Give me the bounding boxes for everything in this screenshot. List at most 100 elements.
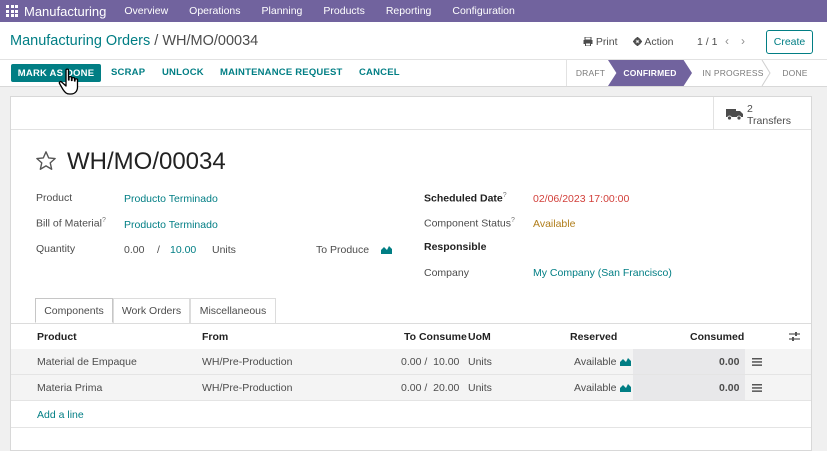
add-line-link[interactable]: Add a line <box>37 409 84 421</box>
quantity-produced[interactable]: 0.00 <box>124 244 144 256</box>
row-product: Materia Prima <box>37 382 103 394</box>
bom-label: Bill of Material? <box>36 217 106 230</box>
table-row[interactable]: Materia Prima WH/Pre-Production 0.00 / 2… <box>11 375 811 401</box>
create-button[interactable]: Create <box>766 30 813 54</box>
company-value[interactable]: My Company (San Francisco) <box>533 267 672 279</box>
record-title: WH/MO/00034 <box>67 148 226 175</box>
bom-value[interactable]: Producto Terminado <box>124 219 218 231</box>
print-button[interactable]: Print <box>583 36 618 48</box>
maintenance-request-button[interactable]: MAINTENANCE REQUEST <box>220 67 343 78</box>
tab-components[interactable]: Components <box>35 298 113 323</box>
to-produce-label: To Produce <box>316 244 370 256</box>
transfers-label: Transfers <box>747 115 791 127</box>
quantity-total[interactable]: 10.00 <box>170 244 196 256</box>
help-mark[interactable]: ? <box>503 192 507 199</box>
truck-icon <box>726 109 743 120</box>
col-reserved[interactable]: Reserved <box>570 331 617 343</box>
chevron-right-icon[interactable]: › <box>741 34 745 48</box>
nav-configuration[interactable]: Configuration <box>452 5 514 17</box>
component-status-value: Available <box>533 218 576 230</box>
breadcrumb-current: WH/MO/00034 <box>162 33 259 49</box>
stage-done[interactable]: DONE <box>774 60 816 86</box>
breadcrumb-separator: / <box>150 33 163 49</box>
action-label: Action <box>644 36 674 48</box>
table-bottom-divider <box>11 427 811 428</box>
stage-confirmed[interactable]: CONFIRMED <box>608 60 692 86</box>
components-table-header: Product From To Consume UoM Reserved Con… <box>11 324 811 350</box>
scrap-button[interactable]: SCRAP <box>111 67 145 78</box>
col-from[interactable]: From <box>202 331 228 343</box>
tab-work-orders[interactable]: Work Orders <box>113 298 190 323</box>
row-reserved: Available <box>574 382 617 394</box>
forecast-chart-icon[interactable] <box>620 357 631 366</box>
nav-operations[interactable]: Operations <box>189 5 240 17</box>
print-icon <box>583 36 593 47</box>
bom-label-text: Bill of Material <box>36 217 102 230</box>
col-consumed[interactable]: Consumed <box>690 331 744 343</box>
print-label: Print <box>595 36 618 48</box>
pager-value[interactable]: 1 / 1 <box>697 36 717 48</box>
cancel-button[interactable]: CANCEL <box>359 67 400 78</box>
nav-planning[interactable]: Planning <box>262 5 303 17</box>
breadcrumb-parent[interactable]: Manufacturing Orders <box>10 33 150 49</box>
unlock-button[interactable]: UNLOCK <box>162 67 204 78</box>
apps-menu-icon[interactable] <box>0 0 24 22</box>
transfers-count: 2 <box>747 103 753 115</box>
forecast-chart-icon[interactable] <box>381 245 392 254</box>
quantity-uom: Units <box>212 244 236 256</box>
breadcrumb: Manufacturing Orders / WH/MO/00034 <box>10 33 258 49</box>
row-uom: Units <box>468 356 492 368</box>
nav-overview[interactable]: Overview <box>124 5 168 17</box>
scheduled-date-label: Scheduled Date? <box>424 192 507 205</box>
hand-cursor-icon <box>58 68 79 95</box>
product-label: Product <box>36 192 73 204</box>
stage-draft[interactable]: DRAFT <box>566 60 614 86</box>
col-product[interactable]: Product <box>37 331 77 343</box>
top-navbar: Manufacturing Overview Operations Planni… <box>0 0 827 22</box>
tab-miscellaneous[interactable]: Miscellaneous <box>190 298 276 323</box>
row-product: Material de Empaque <box>37 356 137 368</box>
optional-columns-icon[interactable] <box>789 331 800 342</box>
app-brand[interactable]: Manufacturing <box>24 4 106 19</box>
col-to-consume[interactable]: To Consume <box>404 331 467 343</box>
transfers-smart-button[interactable]: 2 Transfers <box>713 97 811 130</box>
chevron-left-icon[interactable]: ‹ <box>725 34 729 48</box>
table-row[interactable]: Material de Empaque WH/Pre-Production 0.… <box>11 349 811 375</box>
row-uom: Units <box>468 382 492 394</box>
help-mark[interactable]: ? <box>511 217 515 224</box>
row-consumed[interactable]: 0.00 <box>719 356 739 368</box>
row-to-consume: 0.00 / 10.00 <box>401 356 460 368</box>
stage-pipeline: DRAFT CONFIRMED IN PROGRESS DONE <box>566 60 816 86</box>
form-sheet: 2 Transfers WH/MO/00034 Product Producto… <box>10 96 812 451</box>
row-to-consume: 0.00 / 20.00 <box>401 382 460 394</box>
scheduled-date-label-text: Scheduled Date <box>424 192 503 205</box>
row-from: WH/Pre-Production <box>202 382 293 394</box>
gear-icon <box>633 37 642 46</box>
col-uom[interactable]: UoM <box>468 331 491 343</box>
component-status-label: Component Status? <box>424 217 515 230</box>
row-consumed[interactable]: 0.00 <box>719 382 739 394</box>
product-value[interactable]: Producto Terminado <box>124 193 218 205</box>
smart-button-box: 2 Transfers <box>11 97 811 130</box>
forecast-chart-icon[interactable] <box>620 383 631 392</box>
action-button[interactable]: Action <box>633 36 674 48</box>
mark-as-done-button[interactable]: MARK AS DONE <box>11 64 101 82</box>
responsible-label: Responsible <box>424 241 486 253</box>
quantity-separator: / <box>157 244 160 256</box>
stage-separator-icon <box>761 60 771 86</box>
detailed-operations-icon[interactable] <box>752 384 762 392</box>
quantity-label: Quantity <box>36 243 76 255</box>
control-panel: Manufacturing Orders / WH/MO/00034 Print… <box>0 22 827 60</box>
nav-reporting[interactable]: Reporting <box>386 5 432 17</box>
detailed-operations-icon[interactable] <box>752 358 762 366</box>
help-mark[interactable]: ? <box>102 217 106 224</box>
row-from: WH/Pre-Production <box>202 356 293 368</box>
component-status-label-text: Component Status <box>424 217 511 230</box>
scheduled-date-value[interactable]: 02/06/2023 17:00:00 <box>533 193 629 205</box>
status-bar: MARK AS DONE SCRAP UNLOCK MAINTENANCE RE… <box>0 60 827 87</box>
nav-products[interactable]: Products <box>323 5 364 17</box>
row-reserved: Available <box>574 356 617 368</box>
star-icon[interactable] <box>35 150 57 172</box>
responsible-label-text: Responsible <box>424 241 487 253</box>
company-label: Company <box>424 267 469 279</box>
